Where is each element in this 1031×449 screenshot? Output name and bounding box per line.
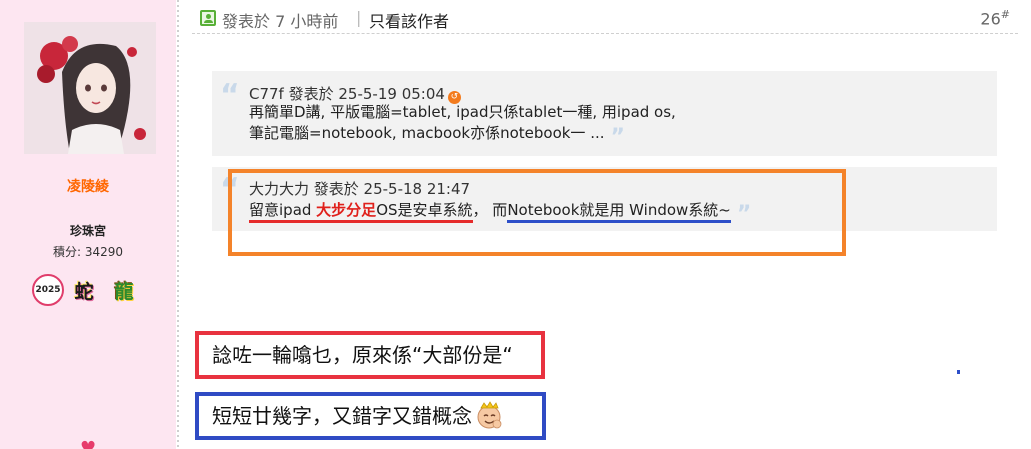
reply-line-red-box: 諗咗一輪噏乜，原來係“大部份是“: [195, 331, 545, 379]
floor-mark: #: [1000, 8, 1010, 21]
avatar[interactable]: [24, 22, 156, 154]
post-time: 發表於 7 小時前: [222, 12, 339, 31]
avatar-image: [24, 22, 156, 154]
quote-open-icon: “: [220, 78, 240, 113]
quote-line-last: 筆記電腦=notebook, macbook亦係notebook一 ... ”: [249, 123, 676, 150]
online-status-icon: [200, 10, 216, 26]
smiley-crown-icon: [477, 401, 502, 429]
medal-dragon-icon: 龍: [114, 280, 134, 303]
floor-number-value: 26: [980, 9, 1001, 29]
header-separator: |: [356, 8, 362, 27]
quote-block: “ C77f 發表於 25-5-19 05:04 ↺ 再簡單D講, 平版電腦=ta…: [212, 71, 997, 156]
medal-list: 2025 蛇 龍: [32, 274, 152, 308]
annotation-orange-box: [228, 169, 846, 256]
floor-number[interactable]: 26#: [980, 8, 1010, 28]
heart-icon: ♥: [80, 438, 97, 449]
user-rank: 珍珠宮: [69, 224, 106, 238]
user-sidebar: 凌陵綾 珍珠宮 積分: 34290 2025 蛇 龍 ♥: [0, 0, 176, 449]
quote-line: 再簡單D講, 平版電腦=tablet, ipad只係tablet一種, 用ipa…: [249, 103, 676, 121]
quote-close-icon: ”: [610, 125, 625, 150]
quote-line-text: 筆記電腦=notebook, macbook亦係notebook一 ...: [249, 124, 605, 142]
quote-body: 再簡單D講, 平版電腦=tablet, ipad只係tablet一種, 用ipa…: [249, 102, 676, 150]
user-points: 積分: 34290: [52, 245, 124, 259]
reply-line-blue-box: 短短廿幾字，又錯字又錯概念: [195, 392, 546, 440]
post-header: 發表於 7 小時前 | 只看該作者 26#: [192, 0, 1018, 34]
author-only-link[interactable]: 只看該作者: [369, 8, 449, 32]
quote-author: C77f 發表於 25-5-19 05:04: [249, 85, 445, 103]
reply-text: 短短廿幾字，又錯字又錯概念: [212, 404, 472, 428]
medal-snake-icon: 蛇: [74, 280, 94, 303]
username[interactable]: 凌陵綾: [0, 176, 176, 196]
medal-2025-icon: 2025: [32, 274, 64, 306]
stray-mark: [957, 370, 960, 374]
column-divider: [177, 0, 179, 449]
reply-text: 諗咗一輪噏乜，原來係“大部份是“: [212, 343, 513, 367]
quote-author-line: C77f 發表於 25-5-19 05:04 ↺: [249, 83, 461, 104]
